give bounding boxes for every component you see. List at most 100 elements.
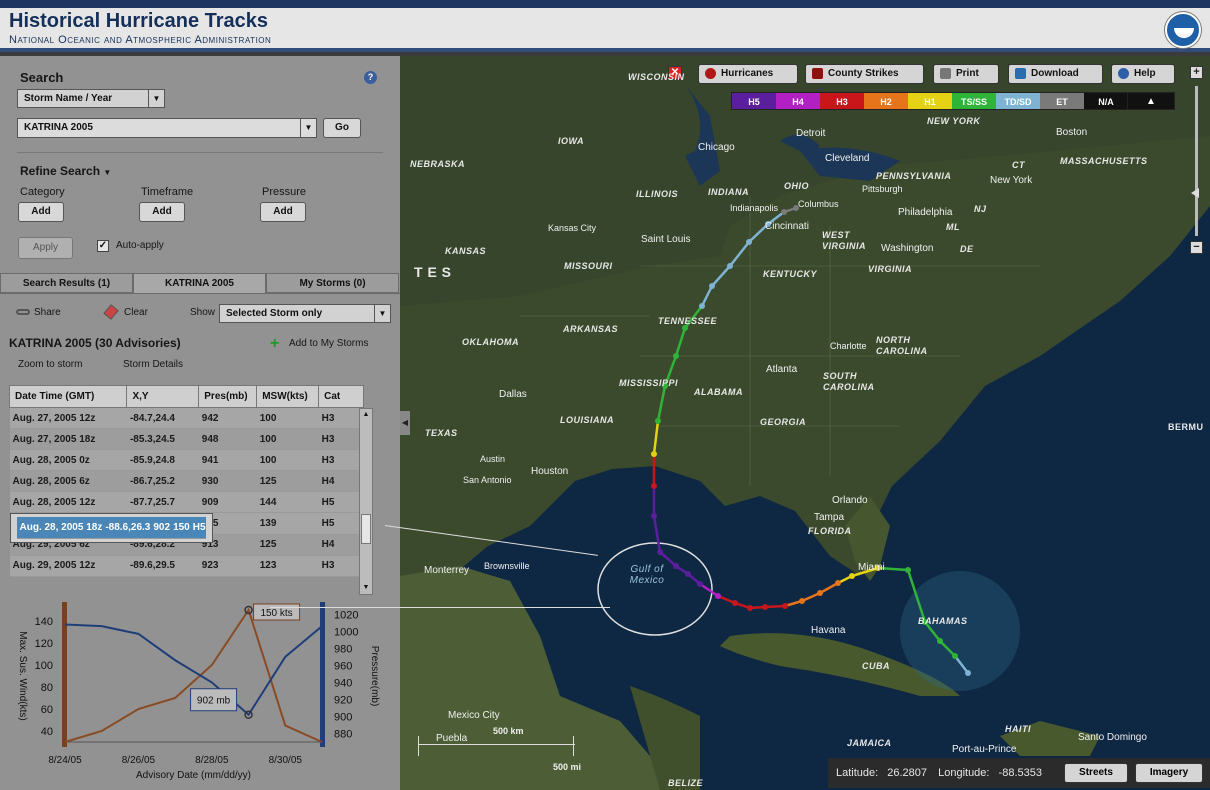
track-point[interactable] (651, 451, 657, 457)
table-cell: 909 (198, 491, 257, 513)
table-cell: Aug. 28, 2005 0z (9, 449, 127, 471)
table-row[interactable]: Aug. 28, 2005 0z -85.9,24.8 941 100 H3 (9, 449, 364, 471)
share-icon[interactable] (16, 309, 30, 315)
column-header[interactable]: Date Time (GMT) (8, 385, 128, 408)
track-point[interactable] (651, 483, 657, 489)
tab-katrina[interactable]: KATRINA 2005 (133, 273, 266, 293)
track-point[interactable] (727, 263, 733, 269)
column-header[interactable]: Cat (318, 385, 364, 408)
advisories-table: Date Time (GMT) X,Y Pres(mb) MSW(kts) Ca… (8, 385, 364, 577)
zoom-slider-thumb[interactable] (1191, 188, 1199, 198)
track-point[interactable] (747, 605, 753, 611)
add-category-button[interactable]: Add (18, 202, 64, 222)
legend-item[interactable]: H1 (908, 93, 952, 109)
go-button[interactable]: Go (323, 118, 361, 138)
track-point[interactable] (657, 549, 663, 555)
hurricanes-button[interactable]: Hurricanes (698, 64, 798, 84)
storm-details-link[interactable]: Storm Details (123, 359, 183, 370)
track-point[interactable] (782, 603, 788, 609)
scroll-thumb[interactable] (361, 514, 371, 544)
help-button[interactable]: Help (1111, 64, 1175, 84)
legend-item[interactable]: H2 (864, 93, 908, 109)
track-point[interactable] (651, 513, 657, 519)
zoom-out-button[interactable]: − (1190, 241, 1203, 254)
tab-search-results[interactable]: Search Results (1) (0, 273, 133, 293)
legend-item[interactable]: H5 (732, 93, 776, 109)
eraser-icon[interactable] (103, 304, 119, 320)
city-boston: Boston (1056, 127, 1088, 138)
track-point[interactable] (937, 638, 943, 644)
track-point[interactable] (709, 283, 715, 289)
share-link[interactable]: Share (34, 307, 61, 318)
track-point[interactable] (673, 353, 679, 359)
clear-link[interactable]: Clear (124, 307, 148, 318)
x-tick: 8/24/05 (48, 755, 82, 766)
x-tick: 8/28/05 (195, 755, 229, 766)
column-header[interactable]: Pres(mb) (198, 385, 258, 408)
track-point[interactable] (697, 581, 703, 587)
scroll-up-icon[interactable]: ▲ (360, 409, 372, 421)
legend-item[interactable]: H3 (820, 93, 864, 109)
imagery-button[interactable]: Imagery (1135, 763, 1203, 783)
map-view[interactable]: ✕ Hurricanes County Strikes Print Downlo… (400, 56, 1210, 790)
search-mode-select[interactable]: Storm Name / Year ▼ (17, 89, 165, 108)
track-point[interactable] (849, 573, 855, 579)
add-to-my-storms-link[interactable]: Add to My Storms (289, 338, 368, 349)
divider (17, 152, 383, 153)
legend-item[interactable]: TS/SS (952, 93, 996, 109)
table-row[interactable]: Aug. 27, 2005 12z -84.7,24.4 942 100 H3 (9, 407, 364, 429)
table-row[interactable]: Aug. 27, 2005 18z -85.3,24.5 948 100 H3 (9, 428, 364, 450)
track-point[interactable] (685, 571, 691, 577)
track-point[interactable] (835, 580, 841, 586)
track-point[interactable] (781, 209, 787, 215)
track-point[interactable] (817, 590, 823, 596)
column-header[interactable]: X,Y (126, 385, 200, 408)
table-row[interactable]: Aug. 29, 2005 12z -89.6,29.5 923 123 H3 (9, 555, 364, 577)
table-row[interactable]: Aug. 28, 2005 12z -87.7,25.7 909 144 H5 (9, 491, 364, 513)
scale-mi-label: 500 mi (553, 762, 582, 772)
table-scrollbar[interactable]: ▲ ▼ (359, 408, 373, 595)
track-point[interactable] (965, 670, 971, 676)
city-kansas-city: Kansas City (548, 223, 597, 233)
zoom-slider[interactable] (1195, 86, 1198, 236)
refine-search-toggle[interactable]: Refine Search ▼ (20, 164, 111, 178)
legend-item[interactable]: H4 (776, 93, 820, 109)
legend-collapse-icon[interactable]: ▲ (1127, 92, 1175, 110)
legend-item[interactable]: ET (1040, 93, 1084, 109)
track-point[interactable] (905, 567, 911, 573)
table-row[interactable]: Aug. 28, 2005 18z -88.6,26.3 902 150 H5 (9, 513, 213, 543)
plus-icon[interactable]: + (270, 336, 283, 352)
storm-input[interactable]: KATRINA 2005 ▼ (17, 118, 317, 138)
table-row[interactable]: Aug. 28, 2005 6z -86.7,25.2 930 125 H4 (9, 470, 364, 492)
help-icon[interactable]: ? (364, 71, 377, 84)
panel-collapse-handle[interactable]: ◀ (400, 411, 410, 435)
show-select[interactable]: Selected Storm only ▼ (219, 304, 391, 323)
track-point[interactable] (762, 604, 768, 610)
legend-item[interactable]: TD/SD (996, 93, 1040, 109)
track-point[interactable] (673, 563, 679, 569)
zoom-to-storm-link[interactable]: Zoom to storm (18, 359, 82, 370)
track-point[interactable] (746, 239, 752, 245)
track-point[interactable] (655, 418, 661, 424)
zoom-in-button[interactable]: + (1190, 66, 1203, 79)
add-pressure-button[interactable]: Add (260, 202, 306, 222)
city-mexico-city: Mexico City (448, 710, 500, 721)
apply-button[interactable]: Apply (18, 237, 73, 259)
print-button[interactable]: Print (933, 64, 999, 84)
auto-apply-checkbox[interactable]: ✓ (97, 240, 109, 252)
y-left-tick: 60 (41, 704, 53, 716)
legend-item[interactable]: N/A (1084, 93, 1128, 109)
track-point[interactable] (715, 593, 721, 599)
track-point[interactable] (699, 303, 705, 309)
add-timeframe-button[interactable]: Add (139, 202, 185, 222)
printer-icon (940, 68, 951, 79)
column-header[interactable]: MSW(kts) (256, 385, 320, 408)
county-strikes-button[interactable]: County Strikes (805, 64, 924, 84)
tab-my-storms[interactable]: My Storms (0) (266, 273, 399, 293)
download-button[interactable]: Download (1008, 64, 1103, 84)
track-point[interactable] (952, 653, 958, 659)
streets-button[interactable]: Streets (1064, 763, 1128, 783)
track-point[interactable] (732, 600, 738, 606)
scroll-down-icon[interactable]: ▼ (360, 582, 372, 594)
track-point[interactable] (799, 598, 805, 604)
